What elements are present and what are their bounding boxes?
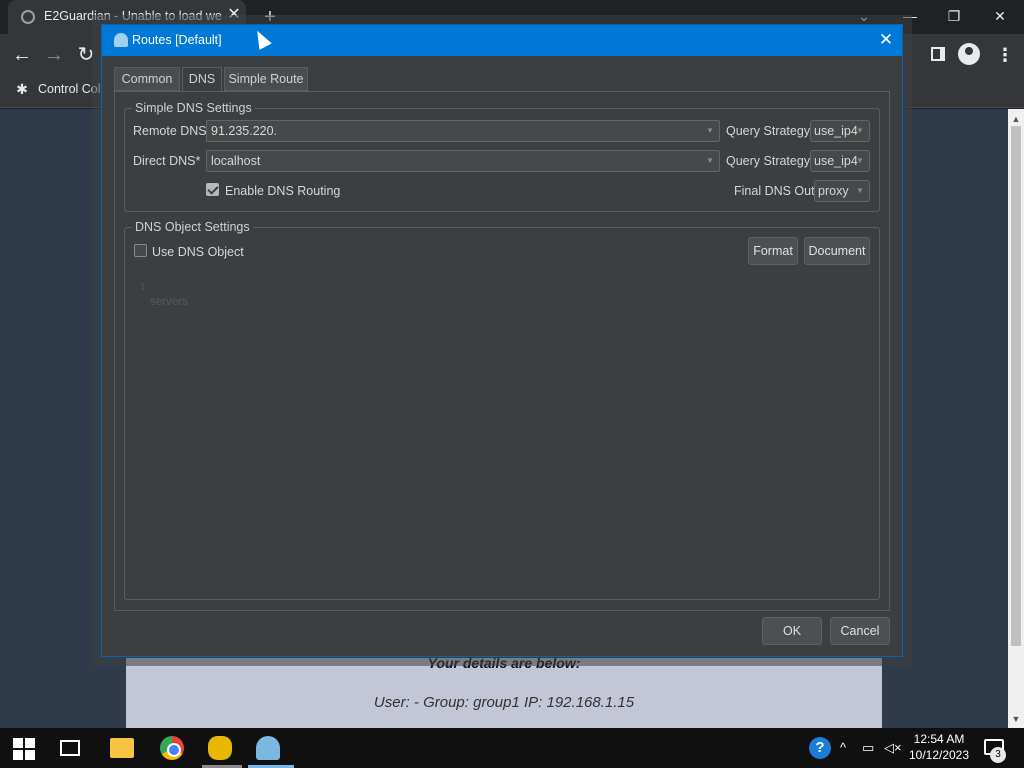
tray-chevron-up-icon[interactable]: ^ [840,740,846,755]
format-button[interactable]: Format [748,237,798,265]
query-strategy-remote-value: use_ip4 [814,124,858,138]
direct-dns-value: localhost [211,154,261,168]
editor-line-number: 1 [140,282,146,293]
bookmark-item[interactable]: Control Coll [38,82,103,96]
query-strategy-direct-value: use_ip4 [814,154,858,168]
final-dns-out-select[interactable]: proxy ▼ [814,180,870,202]
side-panel-icon[interactable] [931,47,945,61]
direct-dns-combo[interactable]: localhost ▼ [206,150,720,172]
ok-button[interactable]: OK [762,617,822,645]
use-dns-object-checkbox[interactable] [134,244,147,257]
page-heading: Your details are below: [427,655,581,671]
tab-dns[interactable]: DNS [182,67,222,92]
help-icon[interactable]: ? [809,737,831,759]
start-button[interactable] [13,736,37,760]
tab-common[interactable]: Common [114,67,180,91]
file-explorer-icon[interactable] [110,738,134,758]
query-strategy-remote-select[interactable]: use_ip4 ▼ [810,120,870,142]
use-dns-object-label[interactable]: Use DNS Object [152,245,244,259]
dns-object-group-label: DNS Object Settings [132,220,253,234]
task-view-icon[interactable] [60,740,80,756]
notification-count-badge: 3 [990,747,1006,763]
dialog-close-icon[interactable]: ✕ [876,30,896,50]
system-clock[interactable]: 12:54 AM 10/12/2023 [908,731,970,763]
chevron-down-icon: ▼ [856,156,864,165]
chevron-down-icon: ▼ [856,186,864,195]
app-icon [114,33,128,47]
cancel-button[interactable]: Cancel [830,617,890,645]
profile-avatar[interactable] [958,43,980,65]
scroll-down-icon[interactable]: ▼ [1008,711,1024,727]
query-strategy-remote-label: Query Strategy [726,124,811,138]
scroll-thumb[interactable] [1011,126,1021,646]
remote-dns-combo[interactable]: 91.235.220. ▼ [206,120,720,142]
browser-tab-title: E2Guardian - Unable to load web [44,9,222,23]
routes-app-icon[interactable] [256,736,280,760]
window-close-icon[interactable]: ✕ [978,4,1022,28]
restore-icon[interactable]: ❐ [932,4,976,28]
clock-date: 10/12/2023 [908,748,970,762]
final-dns-out-label: Final DNS Out [734,184,815,198]
tab-simple-route[interactable]: Simple Route [224,67,308,91]
network-icon[interactable]: ▭ [862,740,874,756]
globe-icon [21,10,35,24]
tab-close-icon[interactable]: ✕ [226,7,242,23]
final-dns-out-value: proxy [818,184,849,198]
bee-app-icon[interactable] [208,736,232,760]
back-icon[interactable]: ← [9,42,35,68]
scroll-up-icon[interactable]: ▲ [1008,111,1024,127]
chevron-down-icon[interactable]: ▼ [705,151,715,171]
forward-icon[interactable]: → [41,42,67,68]
editor-placeholder: servers [150,296,188,308]
direct-dns-label: Direct DNS* [133,154,201,168]
dialog-title: Routes [Default] [132,33,222,47]
page-details: User: - Group: group1 IP: 192.168.1.15 [373,694,635,711]
query-strategy-direct-select[interactable]: use_ip4 ▼ [810,150,870,172]
dialog-titlebar[interactable]: Routes [Default] ✕ [102,25,902,56]
volume-muted-icon[interactable]: ◁× [884,740,902,756]
clock-time: 12:54 AM [913,732,965,746]
query-strategy-direct-label: Query Strategy [726,154,811,168]
remote-dns-value: 91.235.220. [211,124,278,138]
reload-icon[interactable]: ↻ [73,42,99,68]
document-button[interactable]: Document [804,237,870,265]
simple-dns-group-label: Simple DNS Settings [132,101,255,115]
chevron-down-icon: ▼ [856,126,864,135]
menu-kebab-icon[interactable]: ⋮ [996,42,1014,68]
chevron-down-icon[interactable]: ▼ [705,121,715,141]
enable-dns-routing-label[interactable]: Enable DNS Routing [225,184,340,198]
bookmark-icon: ✱ [16,81,28,97]
remote-dns-label: Remote DNS [133,124,207,138]
dns-object-editor[interactable] [138,276,878,598]
chrome-icon[interactable] [160,736,184,760]
enable-dns-routing-checkbox[interactable] [206,183,219,196]
